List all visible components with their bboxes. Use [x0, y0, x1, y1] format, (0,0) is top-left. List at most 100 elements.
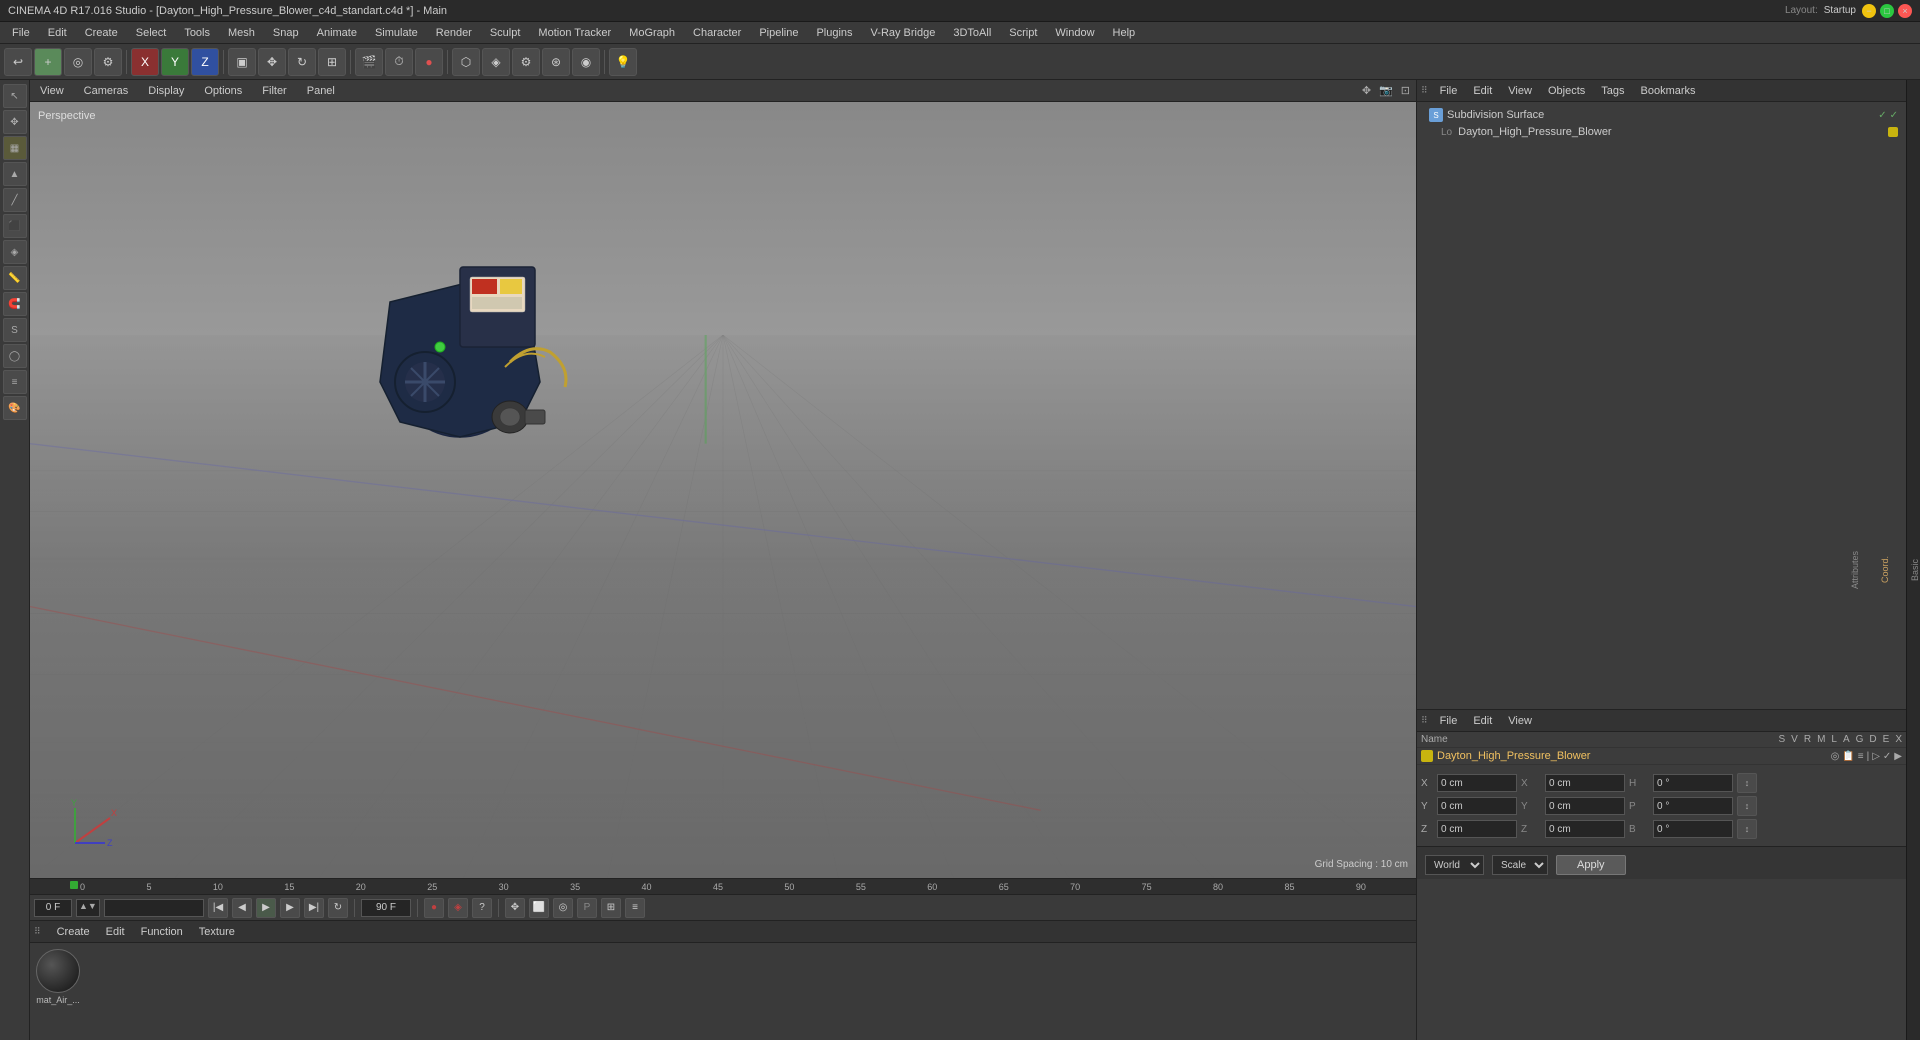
coord-system-select[interactable]: World Local Object [1425, 855, 1484, 875]
coord-h-input[interactable] [1653, 774, 1733, 792]
menu-pipeline[interactable]: Pipeline [751, 25, 806, 41]
menu-script[interactable]: Script [1001, 25, 1045, 41]
viewport-menu-display[interactable]: Display [142, 83, 190, 99]
coord-z-input[interactable] [1437, 820, 1517, 838]
menu-help[interactable]: Help [1105, 25, 1144, 41]
mat-menu-texture[interactable]: Texture [195, 924, 239, 940]
close-button[interactable]: × [1898, 4, 1912, 18]
attr-icon-4[interactable]: | [1867, 751, 1870, 762]
obj-menu-edit[interactable]: Edit [1469, 83, 1496, 99]
motion-btn[interactable]: ✥ [505, 898, 525, 918]
tool-sculpt[interactable]: ◯ [3, 344, 27, 368]
obj-menu-tags[interactable]: Tags [1597, 83, 1628, 99]
inner-frame-input[interactable] [104, 899, 204, 917]
undo-button[interactable]: ↩ [4, 48, 32, 76]
new-button[interactable]: + [34, 48, 62, 76]
y-axis-button[interactable]: Y [161, 48, 189, 76]
menu-render[interactable]: Render [428, 25, 480, 41]
selected-object-row[interactable]: Dayton_High_Pressure_Blower ◎ 📋 ≡ | ▷ ✓ … [1417, 748, 1906, 765]
tool-move[interactable]: ✥ [3, 110, 27, 134]
playback-prev-end[interactable]: |◀ [208, 898, 228, 918]
coord-x-input[interactable] [1437, 774, 1517, 792]
attr-menu-edit[interactable]: Edit [1469, 713, 1496, 729]
tool-texture[interactable]: 🎨 [3, 396, 27, 420]
rotate-button[interactable]: ↻ [288, 48, 316, 76]
auto-keyframe-btn[interactable]: ◈ [448, 898, 468, 918]
keyframe-btn[interactable]: ? [472, 898, 492, 918]
viewport-icon-move[interactable]: ✥ [1360, 82, 1373, 99]
object-subdivision-surface[interactable]: S Subdivision Surface ✓ ✓ [1421, 106, 1902, 124]
viewport-menu-cameras[interactable]: Cameras [78, 83, 135, 99]
minimize-button[interactable]: − [1862, 4, 1876, 18]
light-button[interactable]: 💡 [609, 48, 637, 76]
coord-y-btn[interactable]: ↕ [1737, 796, 1757, 816]
viewport-mode-button[interactable]: ▣ [228, 48, 256, 76]
tool-layers[interactable]: ≡ [3, 370, 27, 394]
end-frame-input[interactable] [361, 899, 411, 917]
record-btn[interactable]: ● [424, 898, 444, 918]
deformer-button[interactable]: ⊛ [542, 48, 570, 76]
viewport[interactable]: Perspective [30, 102, 1416, 878]
menu-mesh[interactable]: Mesh [220, 25, 263, 41]
tool-select[interactable]: ↖ [3, 84, 27, 108]
scale-select[interactable]: Scale [1492, 855, 1548, 875]
menu-edit[interactable]: Edit [40, 25, 75, 41]
current-frame-input[interactable] [34, 899, 72, 917]
coord-y-input[interactable] [1437, 797, 1517, 815]
menu-motion-tracker[interactable]: Motion Tracker [530, 25, 619, 41]
menu-simulate[interactable]: Simulate [367, 25, 426, 41]
timeline-button[interactable]: ⏱ [385, 48, 413, 76]
playback-next-frame[interactable]: ▶ [280, 898, 300, 918]
obj-menu-file[interactable]: File [1436, 83, 1462, 99]
mat-menu-create[interactable]: Create [53, 924, 94, 940]
polygon-button[interactable]: ⬡ [452, 48, 480, 76]
coord-yr-input[interactable] [1545, 797, 1625, 815]
menu-tools[interactable]: Tools [176, 25, 218, 41]
tool-scene[interactable]: S [3, 318, 27, 342]
menu-vray[interactable]: V-Ray Bridge [863, 25, 944, 41]
maximize-button[interactable]: □ [1880, 4, 1894, 18]
menu-sculpt[interactable]: Sculpt [482, 25, 529, 41]
scene-button[interactable]: ◉ [572, 48, 600, 76]
z-axis-button[interactable]: Z [191, 48, 219, 76]
menu-3dtoall[interactable]: 3DToAll [945, 25, 999, 41]
menu-file[interactable]: File [4, 25, 38, 41]
key-btn[interactable]: ⬜ [529, 898, 549, 918]
menu-animate[interactable]: Animate [309, 25, 365, 41]
strip-coord[interactable]: Coord. [1880, 556, 1890, 583]
coord-xr-input[interactable] [1545, 774, 1625, 792]
tool-paint[interactable]: ▲ [3, 162, 27, 186]
viewport-menu-panel[interactable]: Panel [301, 83, 341, 99]
coord-b-input[interactable] [1653, 820, 1733, 838]
attr-icon-1[interactable]: ◎ [1831, 751, 1840, 762]
coord-p-input[interactable] [1653, 797, 1733, 815]
viewport-menu-view[interactable]: View [34, 83, 70, 99]
nurbs-button[interactable]: ◈ [482, 48, 510, 76]
animate-key-button[interactable]: 🎬 [355, 48, 383, 76]
tool-cube[interactable]: ⬛ [3, 214, 27, 238]
playback-prev-frame[interactable]: ◀ [232, 898, 252, 918]
attr-menu-file[interactable]: File [1436, 713, 1462, 729]
viewport-icon-camera[interactable]: 📷 [1377, 82, 1395, 99]
attr-icon-6[interactable]: ✓ [1883, 751, 1891, 762]
record-button[interactable]: ● [415, 48, 443, 76]
attr-icon-7[interactable]: ▶ [1894, 751, 1902, 762]
render-settings-button[interactable]: ⚙ [94, 48, 122, 76]
coord-x-btn[interactable]: ↕ [1737, 773, 1757, 793]
viewport-menu-filter[interactable]: Filter [256, 83, 292, 99]
attr-icon-2[interactable]: 📋 [1842, 751, 1854, 762]
menu-create[interactable]: Create [77, 25, 126, 41]
object-dayton[interactable]: Lᴏ Dayton_High_Pressure_Blower [1421, 124, 1902, 140]
coord-zr-input[interactable] [1545, 820, 1625, 838]
viewport-menu-options[interactable]: Options [198, 83, 248, 99]
circle-btn[interactable]: ◎ [553, 898, 573, 918]
menu-snap[interactable]: Snap [265, 25, 307, 41]
menu-select[interactable]: Select [128, 25, 175, 41]
mat-menu-function[interactable]: Function [137, 924, 187, 940]
settings-btn[interactable]: ≡ [625, 898, 645, 918]
x-axis-button[interactable]: X [131, 48, 159, 76]
tool-nurbs[interactable]: ◈ [3, 240, 27, 264]
menu-character[interactable]: Character [685, 25, 749, 41]
p-btn[interactable]: P [577, 898, 597, 918]
coord-z-btn[interactable]: ↕ [1737, 819, 1757, 839]
